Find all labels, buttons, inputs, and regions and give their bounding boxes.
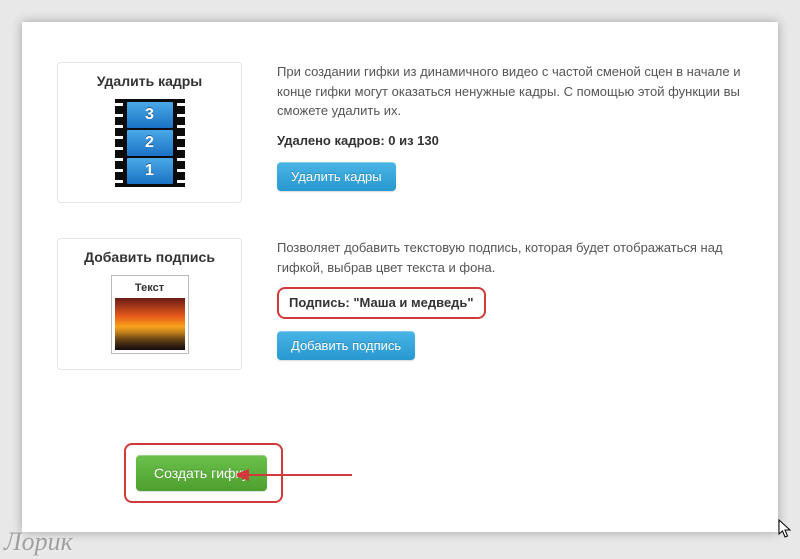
section2-description: Позволяет добавить текстовую подпись, ко… xyxy=(277,238,743,277)
sunset-image-icon xyxy=(115,298,185,350)
delete-frames-button[interactable]: Удалить кадры xyxy=(277,162,396,191)
watermark-text: Лорик xyxy=(4,527,73,557)
section2-content: Позволяет добавить текстовую подпись, ко… xyxy=(242,238,743,370)
section1-content: При создании гифки из динамичного видео … xyxy=(242,62,743,203)
frame-2: 2 xyxy=(127,130,173,156)
create-gif-button[interactable]: Создать гифку xyxy=(136,455,267,491)
caption-text-label: Текст xyxy=(115,279,185,298)
card-add-caption: Добавить подпись Текст xyxy=(57,238,242,370)
section-add-caption: Добавить подпись Текст Позволяет добавит… xyxy=(57,238,743,370)
main-panel: Удалить кадры 3 2 1 При создании гифки и… xyxy=(22,22,778,532)
frame-3: 3 xyxy=(127,102,173,128)
section-delete-frames: Удалить кадры 3 2 1 При создании гифки и… xyxy=(57,62,743,203)
card-title: Удалить кадры xyxy=(68,73,231,89)
section1-description: При создании гифки из динамичного видео … xyxy=(277,62,743,121)
card-delete-frames: Удалить кадры 3 2 1 xyxy=(57,62,242,203)
section1-status: Удалено кадров: 0 из 130 xyxy=(277,131,743,151)
highlight-create-button: Создать гифку xyxy=(124,443,283,503)
add-caption-button[interactable]: Добавить подпись xyxy=(277,331,415,360)
caption-preview: Текст xyxy=(111,275,189,354)
cursor-icon xyxy=(778,519,794,539)
filmstrip-icon: 3 2 1 xyxy=(115,99,185,187)
section2-status: Подпись: "Маша и медведь" xyxy=(289,295,474,310)
card-title: Добавить подпись xyxy=(68,249,231,265)
highlight-caption-status: Подпись: "Маша и медведь" xyxy=(277,287,486,319)
frame-1: 1 xyxy=(127,158,173,184)
